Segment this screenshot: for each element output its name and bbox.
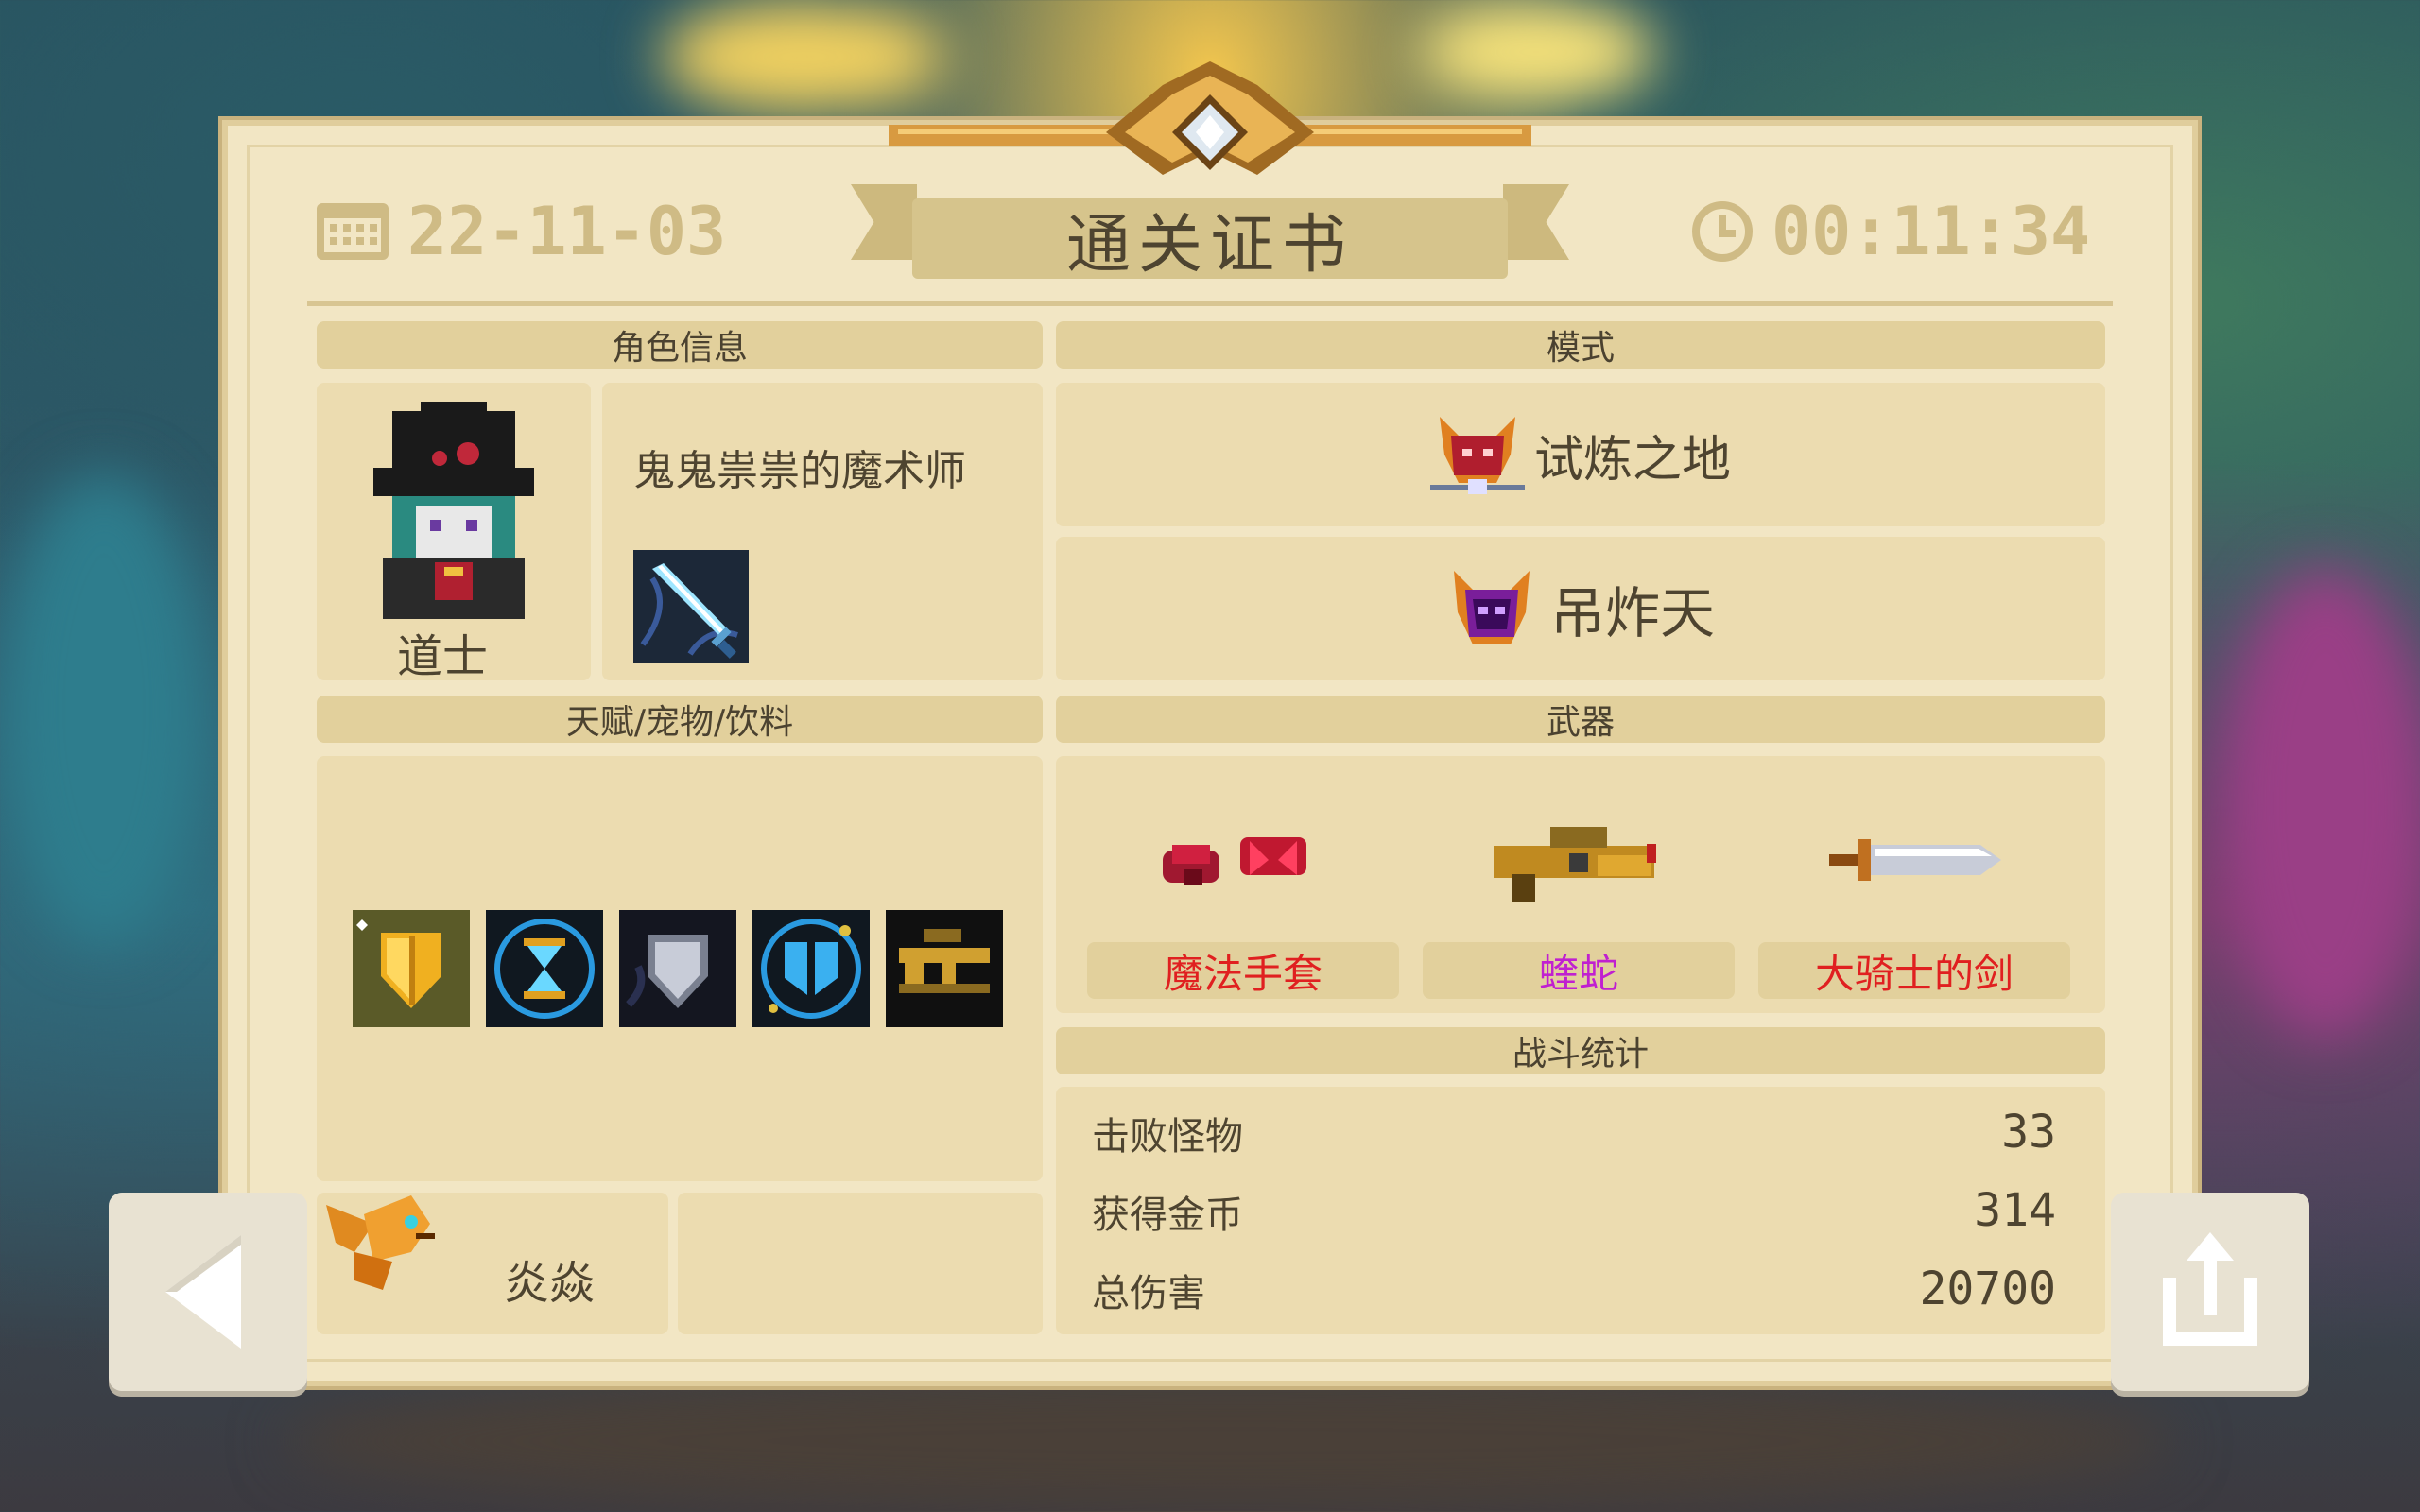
weapons-section-label: 武器	[1546, 703, 1615, 742]
share-button[interactable]	[2111, 1193, 2309, 1391]
character-skin-name: 鬼鬼祟祟的魔术师	[633, 447, 966, 495]
weapon-upgrade-icon[interactable]	[886, 910, 1003, 1027]
calendar-icon	[317, 203, 389, 260]
time-text: 00:11:34	[1772, 193, 2091, 270]
stat-row: 击败怪物 33	[1092, 1106, 2056, 1160]
time-display: 00:11:34	[1692, 193, 2091, 270]
header-divider	[307, 301, 2113, 306]
background-decor	[2221, 567, 2420, 1040]
share-icon	[2163, 1232, 2257, 1346]
pet-dragon-icon	[326, 1195, 435, 1290]
character-class-name: 道士	[397, 630, 489, 683]
skill-sword-icon	[633, 550, 749, 663]
weapon-name-0: 魔法手套	[1163, 950, 1322, 997]
broken-shield-icon[interactable]	[752, 910, 870, 1027]
mode-primary-text: 试炼之地	[1533, 431, 1731, 489]
character-section-header: 角色信息	[317, 321, 1043, 369]
back-arrow-icon	[165, 1235, 241, 1349]
clock-icon	[1692, 201, 1753, 262]
golden-shield-icon[interactable]	[353, 910, 470, 1027]
drink-box	[678, 1193, 1043, 1334]
viper-gun-icon	[1494, 827, 1656, 902]
weapon-label-2: 大骑士的剑	[1758, 942, 2070, 999]
character-sprite-icon	[373, 402, 534, 619]
back-button[interactable]	[109, 1193, 307, 1391]
stat-label: 获得金币	[1092, 1194, 1243, 1237]
background-decor	[0, 472, 208, 945]
character-section-label: 角色信息	[611, 329, 748, 368]
mode-secondary-text: 吊炸天	[1549, 581, 1715, 645]
talents-section-label: 天赋/宠物/饮料	[565, 703, 794, 742]
mode-section-header: 模式	[1056, 321, 2105, 369]
stats-section-label: 战斗统计	[1512, 1035, 1649, 1074]
mode-secondary-box: 吊炸天	[1056, 537, 2105, 680]
stat-label: 总伤害	[1092, 1272, 1205, 1315]
stat-row: 总伤害 20700	[1092, 1263, 2056, 1317]
background-decor	[284, 1370, 2174, 1512]
crown-ornament-icon	[889, 61, 1531, 175]
stat-value: 314	[1974, 1184, 2056, 1237]
stat-value: 33	[2001, 1106, 2056, 1159]
certificate-title: 通关证书	[912, 198, 1508, 283]
stat-row: 获得金币 314	[1092, 1184, 2056, 1239]
stat-value: 20700	[1919, 1263, 2057, 1315]
stats-section-header: 战斗统计	[1056, 1027, 2105, 1074]
silver-shield-icon[interactable]	[619, 910, 736, 1027]
weapon-name-2: 大骑士的剑	[1814, 950, 2014, 997]
weapons-section-header: 武器	[1056, 696, 2105, 743]
weapon-name-1: 蝰蛇	[1538, 950, 1618, 997]
hourglass-icon[interactable]	[486, 910, 603, 1027]
mode-section-label: 模式	[1546, 329, 1615, 368]
mode-primary-box: 试炼之地	[1056, 383, 2105, 526]
date-display: 22-11-03	[317, 193, 727, 270]
weapon-label-0: 魔法手套	[1087, 942, 1399, 999]
knight-sword-icon	[1829, 839, 2001, 881]
pet-name: 炎焱	[504, 1257, 596, 1310]
magic-gloves-icon	[1163, 837, 1306, 885]
certificate-title-text: 通关证书	[1065, 208, 1354, 283]
difficulty-demon-icon	[1453, 571, 1530, 644]
weapon-label-1: 蝰蛇	[1423, 942, 1735, 999]
date-text: 22-11-03	[407, 193, 727, 270]
talents-section-header: 天赋/宠物/饮料	[317, 696, 1043, 743]
trial-demon-icon	[1429, 417, 1525, 494]
stat-label: 击败怪物	[1092, 1115, 1243, 1159]
